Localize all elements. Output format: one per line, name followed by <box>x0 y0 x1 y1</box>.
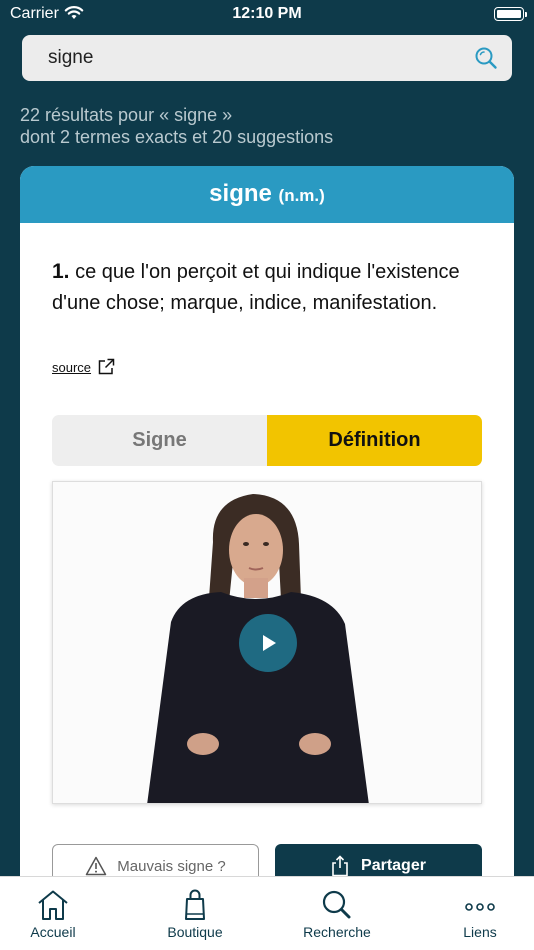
tab-liens-label: Liens <box>463 924 497 940</box>
battery-icon <box>494 7 527 21</box>
definition: 1. ce que l'on perçoit et qui indique l'… <box>52 256 472 319</box>
definition-text: ce que l'on perçoit et qui indique l'exi… <box>52 261 460 314</box>
definition-number: 1. <box>52 260 70 283</box>
results-count: 22 résultats pour « signe » <box>20 105 233 125</box>
tab-accueil-label: Accueil <box>30 924 76 940</box>
entry-card: signe (n.m.) 1. ce que l'on perçoit et q… <box>20 166 514 926</box>
search-icon <box>322 890 351 919</box>
tab-definition[interactable]: Définition <box>267 415 482 466</box>
search-input[interactable] <box>22 35 462 81</box>
source-link-row[interactable]: source <box>52 358 115 376</box>
sign-video-player[interactable] <box>52 481 482 804</box>
tab-recherche-label: Recherche <box>303 924 371 940</box>
play-button[interactable] <box>239 614 297 672</box>
home-icon <box>38 890 68 920</box>
status-bar: Carrier 12:10 PM <box>0 0 534 30</box>
warning-icon <box>86 856 107 876</box>
external-link-icon[interactable] <box>97 358 115 376</box>
tab-boutique-label: Boutique <box>167 924 223 940</box>
tab-accueil[interactable]: Accueil <box>0 889 108 940</box>
source-link[interactable]: source <box>52 360 91 375</box>
search-bar[interactable] <box>22 35 512 81</box>
share-icon <box>332 855 348 877</box>
report-bad-sign-label: Mauvais signe ? <box>117 857 226 875</box>
more-dots-icon <box>465 903 495 911</box>
clock: 12:10 PM <box>232 5 302 22</box>
entry-header: signe (n.m.) <box>20 166 514 223</box>
tab-liens[interactable]: Liens <box>425 889 534 940</box>
play-icon <box>263 635 276 651</box>
tab-recherche[interactable]: Recherche <box>282 889 392 940</box>
entry-word: signe <box>209 180 272 207</box>
search-icon[interactable] <box>474 46 498 70</box>
share-label: Partager <box>361 857 426 874</box>
sign-definition-toggle: Signe Définition <box>52 415 482 466</box>
tab-signe[interactable]: Signe <box>52 415 267 466</box>
app-screen: Carrier 12:10 PM 22 résultats pour « sig… <box>0 0 534 950</box>
entry-part-of-speech: (n.m.) <box>278 186 325 205</box>
shopping-bag-icon <box>185 889 205 920</box>
tab-boutique[interactable]: Boutique <box>140 889 250 940</box>
results-summary: 22 résultats pour « signe » dont 2 terme… <box>20 104 333 148</box>
results-breakdown: dont 2 termes exacts et 20 suggestions <box>20 127 334 147</box>
bottom-tab-bar: Accueil Boutique Recherche Liens <box>0 876 534 950</box>
